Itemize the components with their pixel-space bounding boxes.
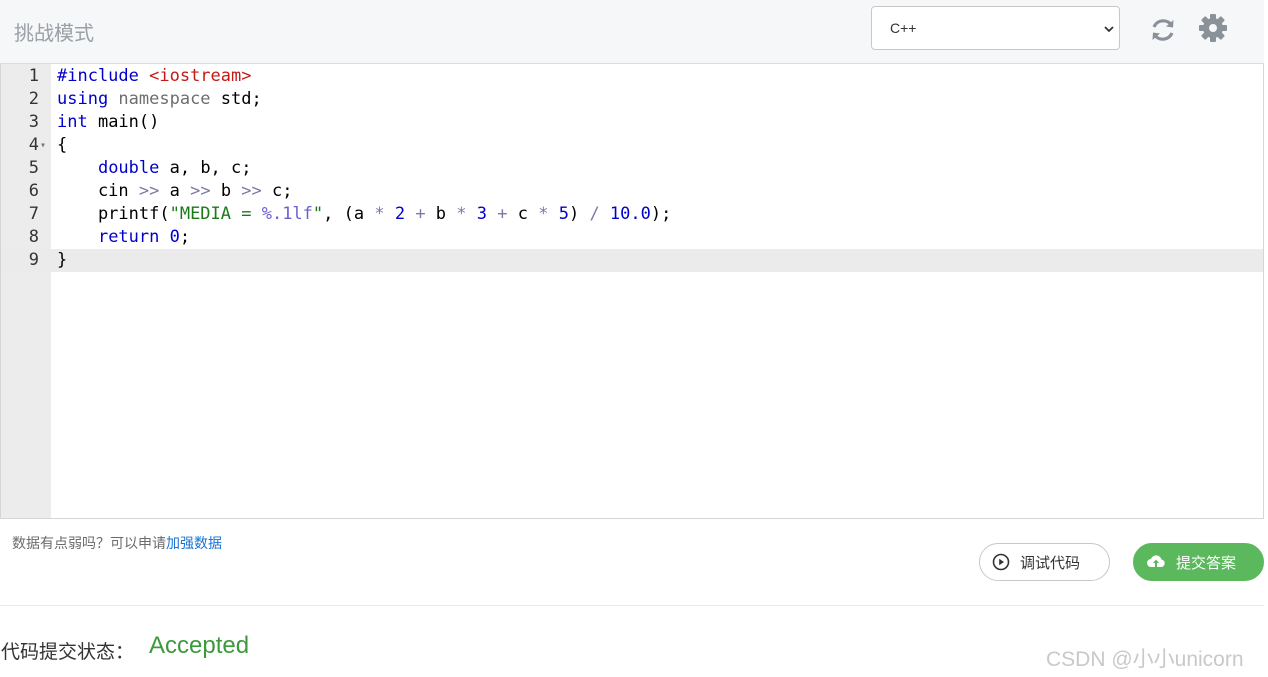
chevron-down-icon [1104, 26, 1114, 33]
code-token: a, b, c; [169, 158, 252, 178]
code-line[interactable]: 9} [1, 249, 1263, 272]
code-token: 0 [169, 227, 180, 247]
code-line[interactable]: 4 ▾ { [1, 134, 1263, 157]
code-text: int main() [57, 111, 159, 134]
code-token: c [517, 204, 539, 224]
code-line[interactable]: 1 #include <iostream> [1, 65, 1263, 88]
submit-answer-button[interactable]: 提交答案 [1133, 543, 1264, 581]
code-token: + [415, 204, 436, 224]
code-token: double [97, 158, 170, 178]
line-number: 4 [28, 135, 39, 155]
debug-code-button[interactable]: 调试代码 [979, 543, 1110, 581]
code-token: + [497, 204, 518, 224]
code-token: * [538, 204, 559, 224]
code-token: return [97, 227, 170, 247]
code-token: std; [220, 89, 262, 109]
line-number: 8 [28, 227, 39, 247]
code-text: double a, b, c; [57, 157, 252, 180]
code-text: printf("MEDIA = %.1lf", (a * 2 + b * 3 +… [57, 203, 671, 226]
line-number: 2 [28, 89, 39, 109]
code-editor[interactable]: 1 #include <iostream> 2 using namespace std… [0, 64, 1264, 519]
submit-answer-label: 提交答案 [1176, 553, 1237, 572]
code-line[interactable]: 2 using namespace std; [1, 88, 1263, 111]
code-token: ; [179, 227, 191, 247]
code-token: } [57, 250, 68, 270]
code-token: %.1lf [261, 204, 313, 224]
line-number: 6 [28, 181, 39, 201]
code-token: / [589, 204, 610, 224]
code-token: 2 [394, 204, 416, 224]
code-text: } [57, 249, 67, 272]
code-token: using [57, 89, 119, 109]
code-line[interactable]: 5 double a, b, c; [1, 157, 1263, 180]
code-token: >> [190, 181, 221, 201]
data-hint: 数据有点弱吗？可以申请加强数据 [12, 533, 222, 553]
line-number: 5 [28, 158, 39, 178]
submit-status-label: 代码提交状态： [1, 641, 135, 663]
code-token: * [456, 204, 477, 224]
code-text: #include <iostream> [57, 65, 251, 88]
mode-title: 挑战模式 [14, 21, 94, 45]
cloud-upload-icon [1147, 555, 1165, 567]
submit-status-value: Accepted [149, 632, 250, 659]
code-token: * [374, 204, 395, 224]
code-token: , (a [323, 204, 375, 224]
code-token: 10.0 [609, 204, 651, 224]
code-token: int [57, 112, 98, 132]
language-selected-value: C++ [890, 20, 917, 36]
code-text: cin >> a >> b >> c; [57, 180, 293, 203]
code-token: <iostream> [149, 66, 252, 86]
language-select[interactable]: C++ [871, 6, 1120, 50]
code-token: 5 [558, 204, 569, 224]
code-line[interactable]: 3 int main() [1, 111, 1263, 134]
code-line[interactable]: 6 cin >> a >> b >> c; [1, 180, 1263, 203]
line-number: 3 [28, 112, 39, 132]
watermark: CSDN @小小unicorn [1046, 648, 1244, 671]
code-token: >> [138, 181, 170, 201]
fold-toggle-icon[interactable]: ▾ [40, 134, 46, 157]
code-token: >> [241, 181, 273, 201]
strengthen-data-link[interactable]: 加强数据 [166, 536, 222, 552]
code-token: b [220, 181, 242, 201]
editor-header: 挑战模式 C++ [0, 0, 1264, 64]
code-token: " [312, 204, 324, 224]
code-token: printf( [57, 204, 170, 224]
code-token: c; [272, 181, 293, 201]
code-token: ); [650, 204, 672, 224]
line-number: 7 [28, 204, 39, 224]
code-text: { [57, 134, 67, 157]
line-number: 1 [28, 66, 39, 86]
code-token: ) [568, 204, 590, 224]
section-divider [0, 605, 1264, 606]
debug-code-label: 调试代码 [1020, 553, 1081, 572]
code-lines: 1 #include <iostream> 2 using namespace std… [1, 64, 1263, 272]
code-line[interactable]: 7 printf("MEDIA = %.1lf", (a * 2 + b * 3… [1, 203, 1263, 226]
code-token: a [169, 181, 191, 201]
code-token: { [57, 135, 68, 155]
code-line[interactable]: 8 return 0; [1, 226, 1263, 249]
code-text: using namespace std; [57, 88, 262, 111]
code-token: cin [57, 181, 139, 201]
code-token: b [435, 204, 457, 224]
code-token: #include [57, 66, 150, 86]
play-circle-icon [992, 553, 1010, 571]
code-text: return 0; [57, 226, 190, 249]
code-token: 3 [476, 204, 498, 224]
refresh-icon[interactable] [1148, 14, 1178, 46]
line-number: 9 [28, 250, 39, 270]
code-token: "MEDIA = [169, 204, 262, 224]
code-token: main() [97, 112, 160, 132]
gear-icon[interactable] [1198, 12, 1228, 44]
code-token: namespace [118, 89, 221, 109]
data-hint-text: 数据有点弱吗？可以申请 [12, 536, 166, 552]
